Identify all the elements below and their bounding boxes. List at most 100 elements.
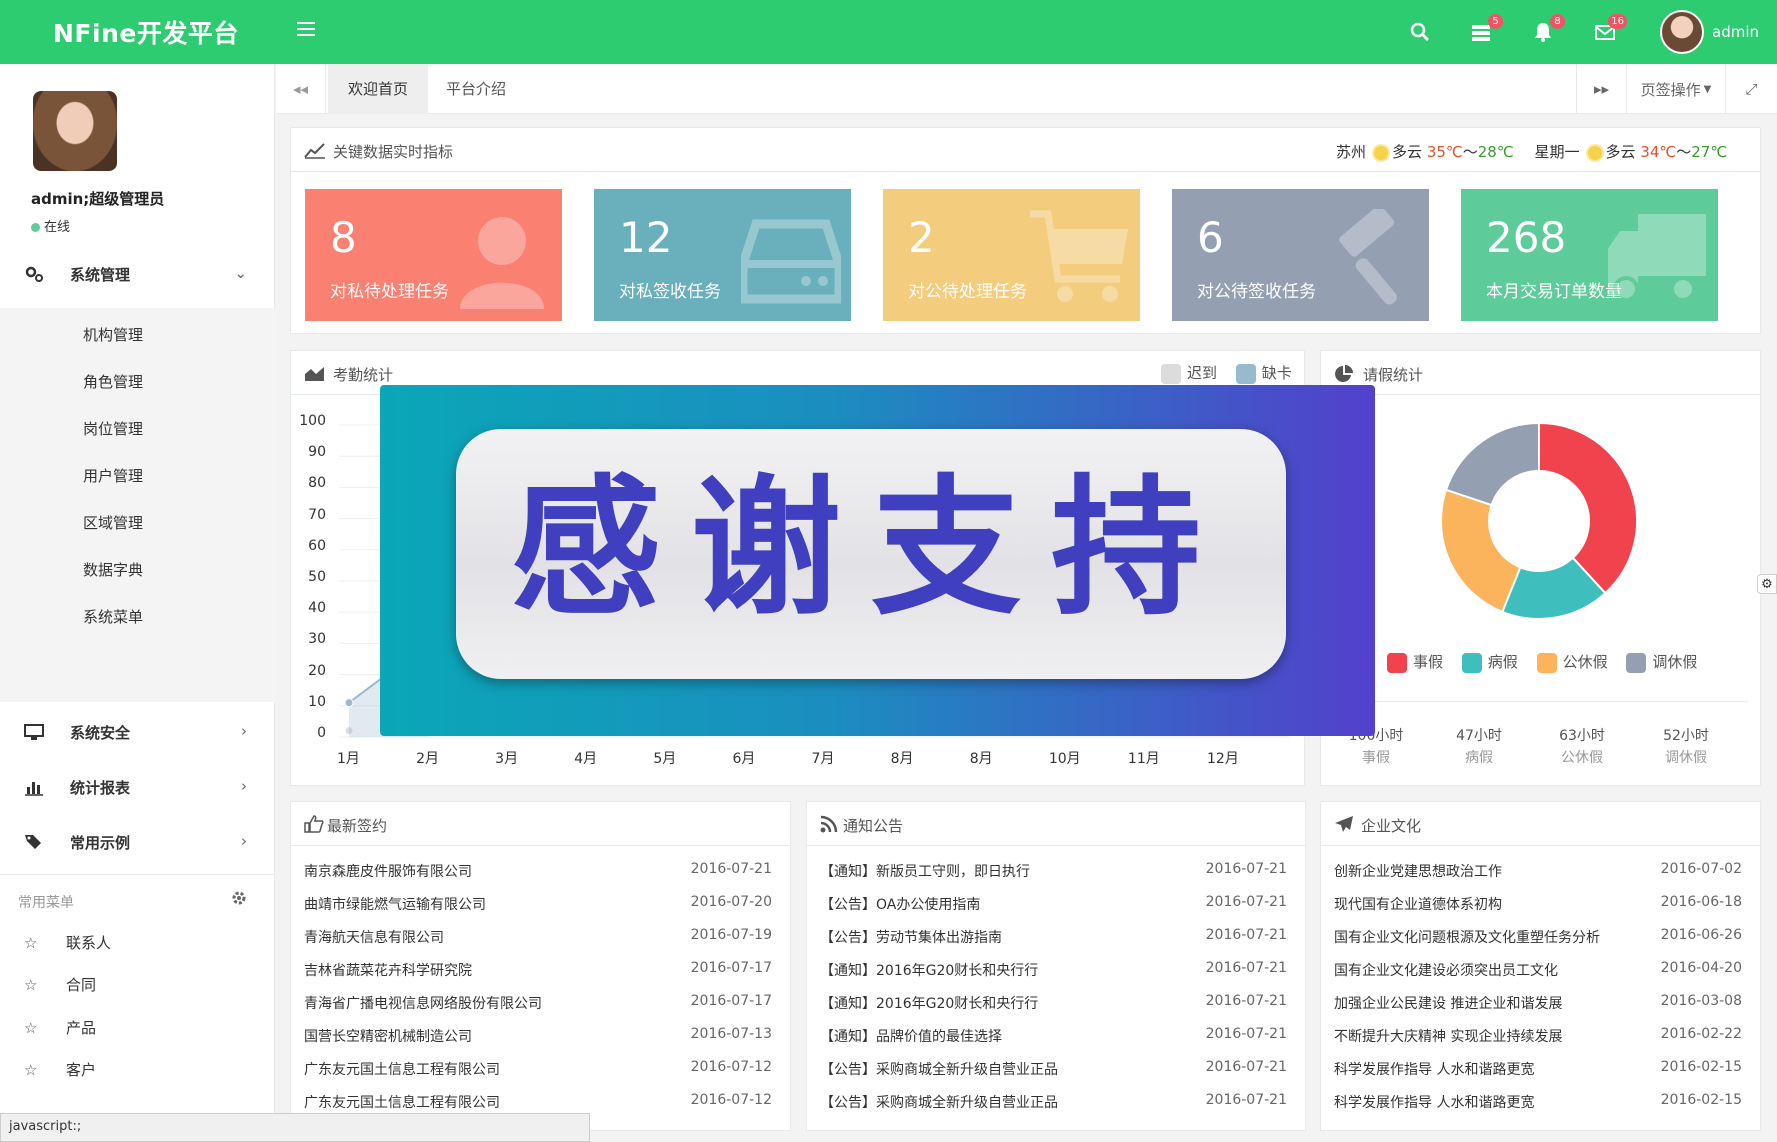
legend-swatch-compensatory [1626,652,1647,673]
submenu-item-menu[interactable]: 系统菜单 [83,606,143,627]
star-icon: ☆ [24,976,38,994]
kpi-card-private-sign[interactable]: 12 对私签收任务 [594,189,851,321]
brand-logo[interactable]: NFine开发平台 [53,14,239,50]
leave-stat-value: 63小时 [1559,728,1605,744]
cart-icon [1030,210,1128,302]
tasks-icon[interactable]: 5 [1470,14,1503,45]
culture-row-title: 科学发展作指导 人水和谐路更宽 [1334,1095,1535,1111]
culture-row-title: 加强企业公民建设 推进企业和谐发展 [1334,996,1563,1012]
common-item-customer[interactable]: ☆ 客户 [24,1059,96,1080]
notices-panel-header: 通知公告 [807,802,1305,846]
chevron-down-icon: ⌄ [234,264,247,282]
star-icon: ☆ [24,1019,38,1037]
kpi-label: 对公待处理任务 [908,282,1027,302]
sidebar-divider [0,874,275,875]
user-avatar[interactable] [1660,10,1704,54]
contract-row[interactable]: 曲靖市绿能燃气运输有限公司 2016-07-20 [304,894,772,914]
contract-row[interactable]: 广东友元国土信息工程有限公司 2016-07-12 [304,1092,772,1112]
menu-toggle-icon[interactable] [297,22,315,40]
contract-row-date: 2016-07-12 [690,1092,772,1108]
submenu-item-role[interactable]: 角色管理 [83,371,143,392]
common-item-product[interactable]: ☆ 产品 [24,1017,96,1038]
menu-common-examples[interactable]: 常用示例 › [0,816,275,868]
submenu-item-dictionary[interactable]: 数据字典 [83,559,143,580]
tab-bar: ◂◂ 欢迎首页 平台介绍 ▸▸ 页签操作 ▼ ⤢ [276,64,1777,114]
culture-row[interactable]: 科学发展作指导 人水和谐路更宽 2016-02-15 [1334,1059,1742,1079]
tab-platform-intro[interactable]: 平台介绍 [426,64,526,114]
contract-row-title: 曲靖市绿能燃气运输有限公司 [304,897,486,913]
line-chart-icon [304,141,325,159]
contract-row[interactable]: 国营长空精密机械制造公司 2016-07-13 [304,1026,772,1046]
common-item-contacts[interactable]: ☆ 联系人 [24,932,111,953]
culture-row-title: 现代国有企业道德体系初构 [1334,897,1502,913]
contract-row[interactable]: 青海航天信息有限公司 2016-07-19 [304,927,772,947]
settings-gear-icon[interactable]: ⚙ [1757,574,1777,594]
notice-row-date: 2016-07-21 [1205,1059,1287,1075]
donut-slice[interactable] [1538,421,1638,595]
notice-row[interactable]: 【通知】2016年G20财长和央行行 2016-07-21 [820,960,1287,980]
menu-statistics-reports[interactable]: 统计报表 › [0,761,275,813]
weather-tomorrow-high: 34℃ [1640,143,1677,161]
contract-row[interactable]: 吉林省蔬菜花卉科学研究院 2016-07-17 [304,960,772,980]
notice-row-title: 【通知】2016年G20财长和央行行 [820,963,1039,979]
donut-slice[interactable] [1444,421,1540,507]
truck-icon [1608,214,1706,302]
notice-row[interactable]: 【公告】OA办公使用指南 2016-07-21 [820,894,1287,914]
tab-welcome[interactable]: 欢迎首页 [328,64,429,114]
menu-system-security[interactable]: 系统安全 › [0,706,275,758]
kpi-card-private-pending[interactable]: 8 对私待处理任务 [305,189,562,321]
notice-row[interactable]: 【通知】品牌价值的最佳选择 2016-07-21 [820,1026,1287,1046]
y-tick-label: 0 [317,725,326,741]
contract-row-title: 吉林省蔬菜花卉科学研究院 [304,963,472,979]
culture-row[interactable]: 国有企业文化建设必须突出员工文化 2016-04-20 [1334,960,1742,980]
data-point[interactable] [344,698,354,708]
submenu-item-area[interactable]: 区域管理 [83,512,143,533]
contract-row[interactable]: 青海省广播电视信息网络股份有限公司 2016-07-17 [304,993,772,1013]
search-icon[interactable] [1409,21,1435,45]
fullscreen-icon[interactable]: ⤢ [1725,64,1777,114]
contract-row-date: 2016-07-20 [690,894,772,910]
culture-row[interactable]: 不断提升大庆精神 实现企业持续发展 2016-02-22 [1334,1026,1742,1046]
culture-row-title: 国有企业文化建设必须突出员工文化 [1334,963,1558,979]
submenu-item-org[interactable]: 机构管理 [83,324,143,345]
weather-tomorrow-separator: ～ [1676,143,1692,161]
envelope-icon[interactable]: 16 [1594,14,1627,45]
gear-icon[interactable] [231,890,247,906]
y-axis: 100 90 80 70 60 50 40 30 20 10 0 [286,413,331,743]
user-name[interactable]: admin [1712,23,1759,41]
culture-row[interactable]: 国有企业文化问题根源及文化重塑任务分析 2016-06-26 [1334,927,1742,947]
notice-row[interactable]: 【通知】2016年G20财长和央行行 2016-07-21 [820,993,1287,1013]
donut-slice[interactable] [1440,488,1522,614]
submenu-item-position[interactable]: 岗位管理 [83,418,143,439]
culture-row[interactable]: 创新企业党建思想政治工作 2016-07-02 [1334,861,1742,881]
menu-system-management[interactable]: 系统管理 ⌄ [0,248,275,300]
kpi-card-monthly-orders[interactable]: 268 本月交易订单数量 [1461,189,1718,321]
tab-scroll-left-icon[interactable]: ◂◂ [276,64,326,114]
culture-panel: 企业文化 创新企业党建思想政治工作 2016-07-02 现代国有企业道德体系初构 2… [1320,801,1761,1131]
culture-row[interactable]: 现代国有企业道德体系初构 2016-06-18 [1334,894,1742,914]
notice-row[interactable]: 【公告】劳动节集体出游指南 2016-07-21 [820,927,1287,947]
common-item-contract[interactable]: ☆ 合同 [24,974,96,995]
common-item-label: 联系人 [66,934,112,952]
contract-row[interactable]: 广东友元国土信息工程有限公司 2016-07-12 [304,1059,772,1079]
culture-row[interactable]: 加强企业公民建设 推进企业和谐发展 2016-03-08 [1334,993,1742,1013]
contract-row-title: 广东友元国土信息工程有限公司 [304,1095,500,1111]
kpi-card-public-pending[interactable]: 2 对公待处理任务 [883,189,1140,321]
bell-icon[interactable]: 8 [1532,14,1565,45]
notice-row-date: 2016-07-21 [1205,861,1287,877]
culture-row[interactable]: 科学发展作指导 人水和谐路更宽 2016-02-15 [1334,1092,1742,1112]
notice-row[interactable]: 【通知】新版员工守则，即日执行 2016-07-21 [820,861,1287,881]
contract-row[interactable]: 南京森鹿皮件服饰有限公司 2016-07-21 [304,861,772,881]
submenu-item-user[interactable]: 用户管理 [83,465,143,486]
tab-operations-dropdown[interactable]: 页签操作 ▼ [1626,64,1725,114]
notice-row[interactable]: 【公告】采购商城全新升级自营业正品 2016-07-21 [820,1059,1287,1079]
kpi-card-public-sign[interactable]: 6 对公待签收任务 [1172,189,1429,321]
notice-row-date: 2016-07-21 [1205,960,1287,976]
notice-row[interactable]: 【公告】采购商城全新升级自营业正品 2016-07-21 [820,1092,1287,1112]
kpi-label: 对私签收任务 [619,282,721,302]
notice-row-date: 2016-07-21 [1205,993,1287,1009]
notice-row-title: 【通知】品牌价值的最佳选择 [820,1029,1002,1045]
tab-scroll-right-icon[interactable]: ▸▸ [1576,64,1626,114]
x-tick-label: 10月 [1048,751,1081,767]
contract-row-date: 2016-07-17 [690,993,772,1009]
